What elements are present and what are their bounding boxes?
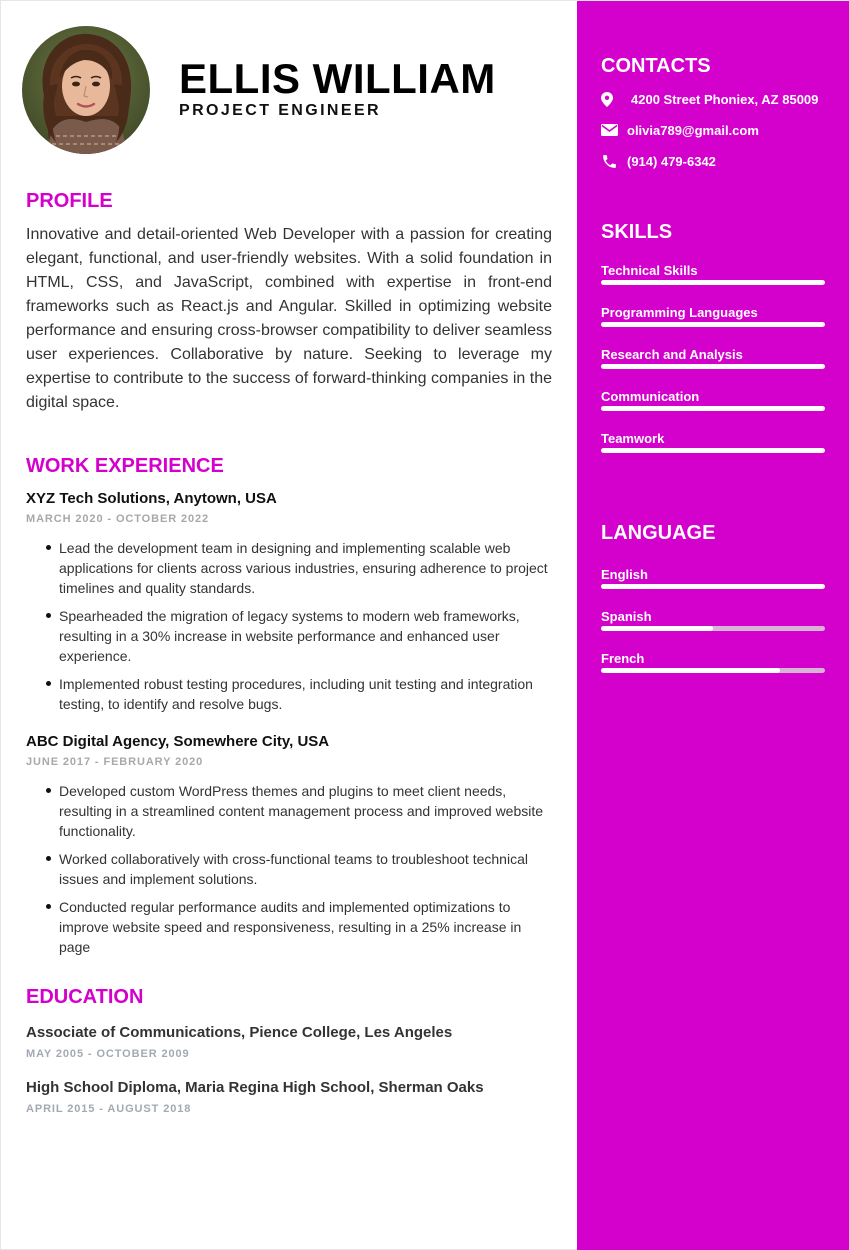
job-bullet: Lead the development team in designing a… (26, 538, 552, 598)
job-entry: XYZ Tech Solutions, Anytown, USA MARCH 2… (26, 490, 552, 722)
language-bar-track (601, 584, 825, 589)
profile-photo (22, 26, 150, 154)
bullet-text: Implemented robust testing procedures, i… (59, 676, 533, 712)
skill-label: Teamwork (601, 431, 665, 446)
skill-item: Research and Analysis (601, 347, 825, 369)
skill-item: Teamwork (601, 431, 825, 453)
address-text: 4200 Street Phoniex, AZ 85009 (631, 91, 819, 107)
contacts-heading: CONTACTS (601, 55, 711, 77)
skill-bar-fill (601, 322, 825, 327)
job-entry: ABC Digital Agency, Somewhere City, USA … (26, 733, 552, 965)
skill-item: Technical Skills (601, 263, 825, 285)
skill-item: Communication (601, 389, 825, 411)
job-dates: MARCH 2020 - OCTOBER 2022 (26, 513, 210, 525)
contact-phone: (914) 479-6342 (601, 152, 716, 170)
portrait-image (22, 26, 150, 154)
skill-item: Programming Languages (601, 305, 825, 327)
skill-bar-fill (601, 406, 825, 411)
bullet-text: Conducted regular performance audits and… (59, 899, 522, 955)
phone-icon (601, 152, 621, 170)
education-dates: MAY 2005 - OCTOBER 2009 (26, 1048, 190, 1060)
education-entry: High School Diploma, Maria Regina High S… (26, 1079, 552, 1115)
skill-label: Research and Analysis (601, 347, 743, 362)
envelope-icon (601, 121, 621, 139)
education-degree: High School Diploma, Maria Regina High S… (26, 1079, 484, 1096)
skill-bar-track (601, 448, 825, 453)
skill-label: Technical Skills (601, 263, 698, 278)
language-bar-track (601, 626, 825, 631)
education-degree: Associate of Communications, Pience Coll… (26, 1024, 453, 1041)
skill-bar-fill (601, 364, 825, 369)
education-entry: Associate of Communications, Pience Coll… (26, 1024, 552, 1060)
language-heading: LANGUAGE (601, 522, 716, 544)
location-pin-icon (601, 90, 621, 108)
profile-heading: PROFILE (26, 190, 113, 212)
job-bullet: Spearheaded the migration of legacy syst… (26, 606, 552, 666)
job-dates: JUNE 2017 - FEBRUARY 2020 (26, 756, 204, 768)
language-bar-fill (601, 584, 825, 589)
bullet-dot-icon (46, 788, 51, 793)
language-bar-fill (601, 626, 713, 631)
job-bullet: Developed custom WordPress themes and pl… (26, 781, 552, 841)
language-label: French (601, 651, 645, 666)
main-column: ELLIS WILLIAM PROJECT ENGINEER PROFILE I… (1, 1, 577, 1250)
language-label: Spanish (601, 609, 652, 624)
skill-label: Communication (601, 389, 700, 404)
job-title: PROJECT ENGINEER (179, 102, 381, 119)
bullet-text: Developed custom WordPress themes and pl… (59, 783, 544, 839)
bullet-dot-icon (46, 681, 51, 686)
skill-bar-track (601, 364, 825, 369)
job-bullet: Implemented robust testing procedures, i… (26, 674, 552, 714)
skill-bar-track (601, 406, 825, 411)
education-dates: APRIL 2015 - AUGUST 2018 (26, 1103, 192, 1115)
skill-bar-track (601, 322, 825, 327)
skill-bar-track (601, 280, 825, 285)
bullet-dot-icon (46, 856, 51, 861)
job-company: ABC Digital Agency, Somewhere City, USA (26, 733, 330, 750)
bullet-dot-icon (46, 904, 51, 909)
job-bullet-list: Lead the development team in designing a… (26, 538, 552, 714)
language-bar-fill (601, 668, 781, 673)
job-bullet: Worked collaboratively with cross-functi… (26, 849, 552, 889)
skill-bar-fill (601, 280, 825, 285)
bullet-text: Lead the development team in designing a… (59, 540, 548, 596)
candidate-name: ELLIS WILLIAM (179, 55, 496, 102)
skills-heading: SKILLS (601, 221, 673, 243)
language-bar-track (601, 668, 825, 673)
phone-text: (914) 479-6342 (627, 153, 716, 169)
resume-page: ELLIS WILLIAM PROJECT ENGINEER PROFILE I… (0, 0, 849, 1250)
education-heading: EDUCATION (26, 986, 144, 1008)
bullet-text: Spearheaded the migration of legacy syst… (59, 608, 520, 664)
contact-address: 4200 Street Phoniex, AZ 85009 (601, 90, 818, 108)
profile-summary: Innovative and detail-oriented Web Devel… (26, 226, 552, 411)
job-bullet-list: Developed custom WordPress themes and pl… (26, 781, 552, 957)
skill-label: Programming Languages (601, 305, 758, 320)
job-company: XYZ Tech Solutions, Anytown, USA (26, 490, 277, 507)
email-link[interactable]: olivia789@gmail.com (627, 123, 759, 138)
contact-email: olivia789@gmail.com (601, 121, 759, 139)
bullet-text: Worked collaboratively with cross-functi… (59, 851, 528, 887)
language-label: English (601, 567, 648, 582)
language-item: Spanish (601, 609, 825, 631)
work-experience-heading: WORK EXPERIENCE (26, 455, 224, 477)
skill-bar-fill (601, 448, 825, 453)
language-item: French (601, 651, 825, 673)
language-item: English (601, 567, 825, 589)
bullet-dot-icon (46, 545, 51, 550)
job-bullet: Conducted regular performance audits and… (26, 897, 552, 957)
bullet-dot-icon (46, 613, 51, 618)
sidebar: CONTACTS 4200 Street Phoniex, AZ 85009 o… (577, 1, 849, 1250)
